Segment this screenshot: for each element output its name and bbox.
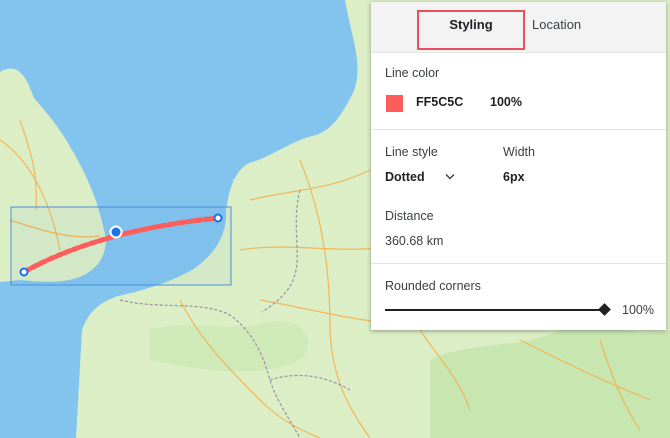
rounded-corners-label: Rounded corners: [385, 279, 481, 293]
panel-tabbar: Styling Location: [371, 2, 666, 53]
slider-track: [385, 309, 605, 311]
width-value[interactable]: 6px: [503, 170, 525, 184]
line-color-swatch[interactable]: [386, 95, 403, 112]
line-color-opacity[interactable]: 100%: [490, 95, 522, 109]
diamond-icon[interactable]: [598, 303, 611, 316]
tab-styling[interactable]: Styling: [417, 2, 525, 52]
line-style-dropdown[interactable]: Dotted: [385, 169, 461, 187]
divider: [371, 129, 666, 130]
width-label: Width: [503, 145, 535, 159]
style-panel: Styling Location Line color FF5C5C 100% …: [371, 2, 666, 330]
divider: [371, 263, 666, 264]
chevron-down-icon: [445, 174, 455, 180]
line-color-hex[interactable]: FF5C5C: [416, 95, 463, 109]
rounded-corners-slider[interactable]: [385, 303, 611, 317]
rounded-corners-value: 100%: [622, 303, 654, 317]
route-start-handle-icon[interactable]: [19, 267, 29, 277]
line-style-label: Line style: [385, 145, 438, 159]
line-color-label: Line color: [385, 66, 440, 80]
route-end-handle-icon[interactable]: [213, 213, 223, 223]
distance-value: 360.68 km: [385, 234, 444, 248]
tab-location[interactable]: Location: [532, 2, 592, 52]
line-style-value: Dotted: [385, 170, 425, 184]
route-mid-handle-icon[interactable]: [109, 225, 123, 239]
distance-label: Distance: [385, 209, 434, 223]
